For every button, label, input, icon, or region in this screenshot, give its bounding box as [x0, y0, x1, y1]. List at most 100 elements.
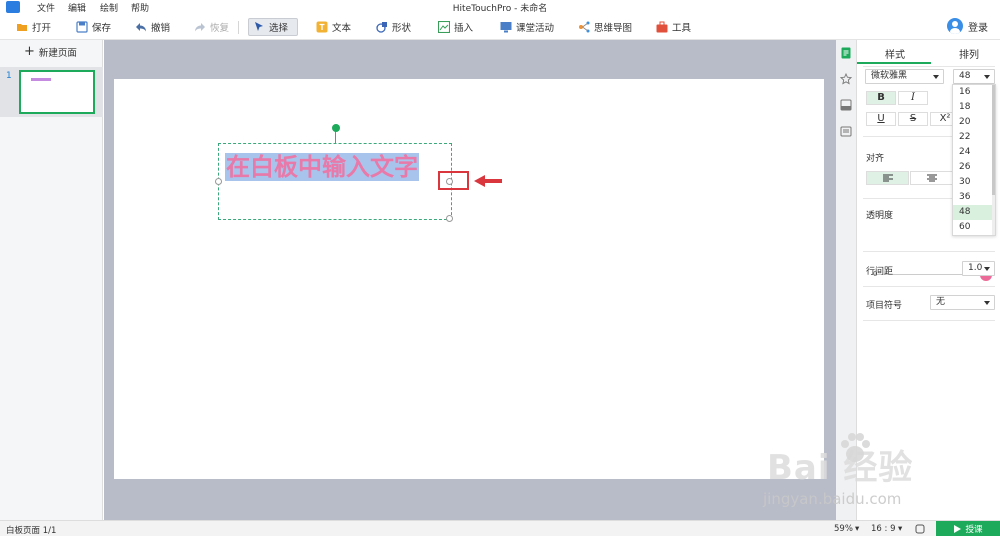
font-size-option[interactable]: 16 — [953, 85, 993, 100]
font-size-select[interactable]: 48 — [953, 69, 995, 84]
classroom-activity-button[interactable]: 课堂活动 — [496, 18, 558, 36]
shape-button[interactable]: 形状 — [372, 18, 415, 36]
dropdown-scrollbar[interactable] — [992, 85, 995, 235]
chevron-down-icon — [984, 267, 990, 271]
bullet-value: 无 — [936, 297, 946, 307]
text-button[interactable]: 文本 — [312, 18, 355, 36]
whiteboard-slide[interactable]: 在白板中输入文字 — [114, 79, 824, 479]
font-family-select[interactable]: 微软雅黑 — [865, 69, 944, 84]
italic-button[interactable]: I — [898, 91, 928, 105]
chevron-down-icon — [984, 301, 990, 305]
insert-button[interactable]: 插入 — [434, 18, 477, 36]
rotate-handle[interactable] — [332, 124, 340, 132]
save-button[interactable]: 保存 — [72, 18, 115, 36]
tools-button[interactable]: 工具 — [652, 18, 695, 36]
open-button[interactable]: 打开 — [12, 18, 55, 36]
opacity-label: 透明度 — [866, 211, 894, 221]
bullet-label: 项目符号 — [866, 301, 903, 311]
present-button[interactable]: 授课 — [936, 521, 1000, 536]
shape-icon — [376, 22, 387, 33]
strikethrough-button[interactable]: S — [898, 112, 928, 126]
redo-icon — [195, 23, 205, 32]
property-tabs: 样式 排列 — [857, 42, 1000, 64]
callout-highlight-box — [438, 171, 469, 190]
canvas-area[interactable]: 在白板中输入文字 — [104, 40, 836, 520]
font-size-value: 48 — [959, 71, 971, 81]
font-size-option[interactable]: 30 — [953, 175, 993, 190]
font-size-option[interactable]: 22 — [953, 130, 993, 145]
undo-button[interactable]: 撤销 — [131, 18, 174, 36]
undo-label: 撤销 — [151, 23, 171, 34]
divider — [863, 251, 995, 252]
login-button[interactable]: 登录 — [947, 18, 988, 34]
toolbar: 打开 保存 撤销 恢复 选择 文本 形状 插入 课堂活动 思维导图 工具 登录 — [0, 14, 1000, 40]
redo-button[interactable]: 恢复 — [190, 18, 233, 36]
new-page-button[interactable]: + 新建页面 — [24, 45, 77, 59]
text-icon — [316, 21, 328, 33]
font-size-option[interactable]: 20 — [953, 115, 993, 130]
aspect-ratio-select[interactable]: 16 : 9 — [871, 524, 896, 534]
mindmap-icon — [579, 21, 590, 33]
font-size-dropdown[interactable]: 16 18 20 22 24 26 30 36 48 60 — [952, 84, 996, 236]
text-label: 文本 — [332, 23, 352, 34]
font-size-option[interactable]: 18 — [953, 100, 993, 115]
bullet-select[interactable]: 无 — [930, 295, 995, 310]
zoom-select[interactable]: 59% — [834, 524, 853, 534]
select-button[interactable]: 选择 — [248, 18, 298, 36]
undo-icon — [136, 23, 146, 32]
font-size-option[interactable]: 60 — [953, 220, 993, 235]
menu-help[interactable]: 帮助 — [131, 1, 149, 14]
new-page-label: 新建页面 — [38, 48, 77, 59]
animation-icon[interactable] — [840, 73, 852, 85]
page-thumbnail-item[interactable]: 1 — [0, 67, 103, 117]
rotate-stem — [335, 130, 336, 144]
line-spacing-label: 行间距 — [866, 267, 894, 277]
insert-label: 插入 — [454, 23, 474, 34]
font-family-value: 微软雅黑 — [871, 71, 908, 81]
tab-style[interactable]: 样式 — [885, 46, 905, 61]
align-left-button[interactable] — [866, 171, 909, 185]
select-label: 选择 — [269, 23, 289, 34]
menu-edit[interactable]: 编辑 — [68, 1, 86, 14]
chevron-down-icon: ▾ — [855, 524, 860, 534]
toolbar-separator — [238, 21, 239, 34]
library-icon[interactable] — [840, 125, 852, 137]
save-icon — [76, 21, 88, 33]
plus-icon: + — [24, 44, 35, 59]
chevron-down-icon — [984, 75, 990, 79]
shape-label: 形状 — [392, 23, 412, 34]
textbox-content[interactable]: 在白板中输入文字 — [225, 153, 419, 181]
divider — [863, 286, 995, 287]
bold-button[interactable]: B — [866, 91, 896, 105]
line-spacing-select[interactable]: 1.0 — [962, 261, 995, 276]
tab-arrange[interactable]: 排列 — [959, 46, 979, 61]
menu-file[interactable]: 文件 — [37, 1, 55, 14]
app-logo-icon[interactable] — [6, 1, 20, 13]
divider — [863, 320, 995, 321]
play-icon — [954, 525, 962, 533]
layers-icon[interactable] — [840, 99, 852, 111]
underline-button[interactable]: U — [866, 112, 896, 126]
font-size-option[interactable]: 26 — [953, 160, 993, 175]
align-label: 对齐 — [866, 154, 885, 164]
selected-textbox[interactable]: 在白板中输入文字 — [215, 124, 453, 222]
folder-icon — [17, 24, 27, 31]
font-size-option[interactable]: 36 — [953, 190, 993, 205]
cursor-icon — [255, 22, 263, 31]
chevron-down-icon: ▾ — [898, 524, 903, 534]
classroom-icon — [500, 22, 512, 33]
resize-handle-left[interactable] — [215, 178, 222, 185]
menu-draw[interactable]: 绘制 — [100, 1, 118, 14]
page-thumbnail[interactable] — [19, 70, 95, 114]
align-center-button[interactable] — [910, 171, 953, 185]
pages-panel: + 新建页面 1 — [0, 40, 103, 520]
mindmap-button[interactable]: 思维导图 — [574, 18, 636, 36]
font-size-option[interactable]: 24 — [953, 145, 993, 160]
style-panel-icon[interactable] — [840, 47, 852, 59]
line-spacing-value: 1.0 — [968, 263, 983, 273]
font-size-option-selected[interactable]: 48 — [953, 205, 993, 220]
callout-arrow-icon — [474, 175, 502, 187]
save-label: 保存 — [92, 23, 112, 34]
fullscreen-icon[interactable] — [915, 524, 925, 534]
resize-handle-bottom-right[interactable] — [446, 215, 453, 222]
